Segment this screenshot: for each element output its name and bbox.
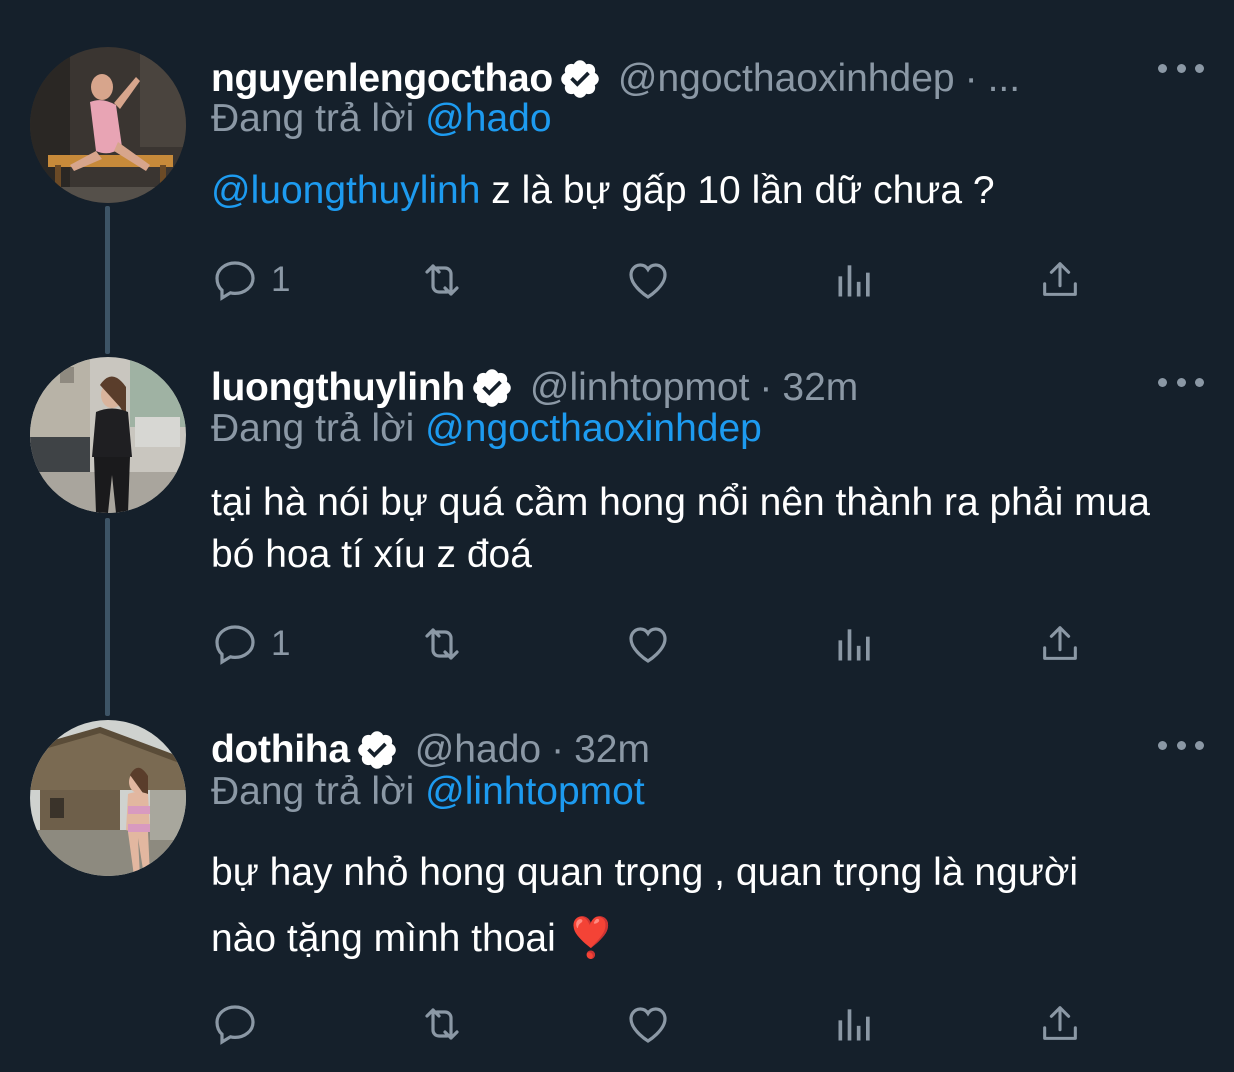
more-options-icon[interactable] — [1158, 369, 1204, 395]
verified-badge-icon — [355, 728, 399, 772]
reply-icon — [215, 261, 255, 301]
verified-badge-icon — [558, 57, 602, 101]
views-button[interactable] — [833, 619, 877, 669]
like-button[interactable] — [623, 619, 673, 669]
analytics-icon — [838, 1009, 870, 1041]
share-button[interactable] — [1037, 255, 1083, 305]
avatar[interactable] — [30, 357, 186, 513]
avatar[interactable] — [30, 47, 186, 203]
tweet-text-line: nào tặng mình thoai ❣️ — [211, 906, 1201, 972]
analytics-icon — [838, 265, 870, 297]
retweet-button[interactable] — [415, 255, 469, 305]
tweet-actions: 1 — [211, 619, 1091, 669]
replying-to: Đang trả lời @ngocthaoxinhdep — [211, 407, 762, 451]
share-button[interactable] — [1037, 999, 1083, 1049]
replying-to-label: Đang trả lời — [211, 407, 415, 450]
timestamp[interactable]: ... — [988, 57, 1021, 101]
user-handle[interactable]: @linhtopmot — [530, 366, 750, 410]
reply-count: 1 — [271, 624, 291, 663]
verified-badge-icon — [470, 366, 514, 410]
reply-to-mention-link[interactable]: @linhtopmot — [425, 770, 645, 813]
reply-to-mention-link[interactable]: @hado — [425, 97, 551, 140]
timestamp[interactable]: 32m — [782, 366, 858, 410]
like-button[interactable] — [623, 255, 673, 305]
views-button[interactable] — [833, 255, 877, 305]
separator-dot: · — [551, 728, 565, 771]
replying-to-label: Đang trả lời — [211, 97, 415, 140]
photo-avatar-icon — [30, 47, 186, 203]
reply-to-mention-link[interactable]: @ngocthaoxinhdep — [425, 407, 762, 450]
share-button[interactable] — [1037, 619, 1083, 669]
share-icon — [1043, 1006, 1077, 1040]
separator-dot: · — [759, 366, 773, 409]
more-options-icon[interactable] — [1158, 55, 1204, 81]
tweet-text: @luongthuylinh z là bự gấp 10 lần dữ chư… — [211, 165, 1201, 217]
tweet-text: tại hà nói bự quá cầm hong nổi nên thành… — [211, 481, 1150, 576]
tweet-actions: 1 — [211, 255, 1091, 305]
reply-button[interactable]: 1 — [211, 619, 290, 669]
retweet-icon — [425, 1008, 459, 1040]
user-handle[interactable]: @ngocthaoxinhdep — [618, 57, 955, 101]
views-button[interactable] — [833, 999, 877, 1049]
mention-link[interactable]: @luongthuylinh — [211, 169, 480, 212]
display-name[interactable]: nguyenlengocthao — [211, 57, 553, 101]
tweet[interactable]: luongthuylinh @linhtopmot · 32m Đang trả… — [0, 357, 1234, 667]
tweet[interactable]: dothiha @hado · 32m Đang trả lời @linhto… — [0, 720, 1234, 1060]
share-icon — [1043, 626, 1077, 660]
heart-icon — [629, 627, 667, 663]
timestamp[interactable]: 32m — [574, 728, 650, 772]
avatar[interactable] — [30, 720, 186, 876]
heart-icon — [629, 263, 667, 299]
display-name[interactable]: luongthuylinh — [211, 366, 465, 410]
analytics-icon — [838, 629, 870, 661]
reply-icon — [215, 625, 255, 665]
like-button[interactable] — [623, 999, 673, 1049]
reply-button[interactable] — [211, 999, 271, 1049]
tweet[interactable]: nguyenlengocthao @ngocthaoxinhdep · ... … — [0, 47, 1234, 337]
tweet-text-line: bự hay nhỏ hong quan trọng , quan trọng … — [211, 851, 1079, 894]
reply-count: 1 — [271, 260, 291, 299]
retweet-button[interactable] — [415, 999, 469, 1049]
tweet-text-content: z là bự gấp 10 lần dữ chưa ? — [480, 169, 995, 212]
replying-to-label: Đang trả lời — [211, 770, 415, 813]
tweet-text-content: nào tặng mình thoai — [211, 917, 567, 960]
heart-icon — [629, 1007, 667, 1043]
replying-to: Đang trả lời @hado — [211, 97, 552, 141]
tweet-text: bự hay nhỏ hong quan trọng , quan trọng … — [211, 840, 1201, 972]
reply-icon — [215, 1005, 255, 1045]
tweet-actions — [211, 999, 1091, 1049]
share-icon — [1043, 262, 1077, 296]
photo-avatar-icon — [30, 720, 186, 876]
reply-button[interactable]: 1 — [211, 255, 290, 305]
replying-to: Đang trả lời @linhtopmot — [211, 770, 645, 814]
more-options-icon[interactable] — [1158, 732, 1204, 758]
user-handle[interactable]: @hado — [415, 728, 541, 772]
heart-exclamation-emoji: ❣️ — [566, 917, 616, 960]
photo-avatar-icon — [30, 357, 186, 513]
separator-dot: · — [964, 57, 978, 100]
display-name[interactable]: dothiha — [211, 728, 350, 772]
retweet-icon — [425, 264, 459, 296]
retweet-button[interactable] — [415, 619, 469, 669]
retweet-icon — [425, 628, 459, 660]
